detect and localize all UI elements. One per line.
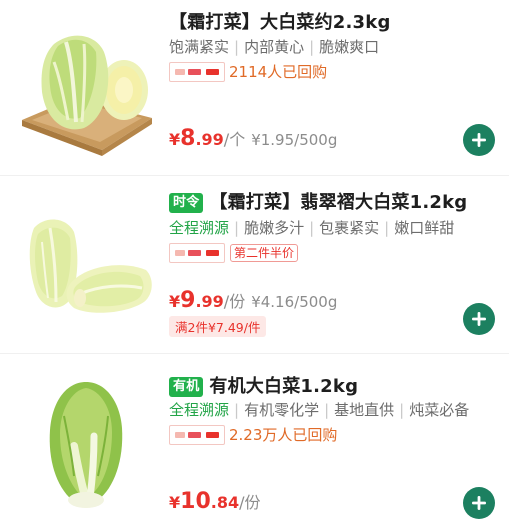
buyer-avatars	[169, 424, 225, 445]
buyer-avatars	[169, 61, 225, 82]
price-decimal: .99	[195, 130, 224, 149]
two-napa-cabbages-icon	[29, 219, 152, 313]
currency-symbol: ¥	[169, 130, 181, 149]
tag: 饱满紧实	[169, 38, 230, 56]
napa-cabbage-on-board-icon	[22, 35, 152, 156]
product-title[interactable]: 时令 【霜打菜】翡翠褶大白菜1.2kg	[169, 188, 467, 214]
product-title[interactable]: 【霜打菜】大白菜约2.3kg	[169, 8, 391, 34]
price-unit: /个	[223, 130, 246, 149]
social-proof: 2.23万人已回购	[169, 424, 338, 445]
product-tags: 饱满紧实 | 内部黄心 | 脆嫩爽口	[169, 36, 379, 57]
traceability-tag: 全程溯源	[169, 219, 230, 237]
price-integer: 9	[180, 288, 196, 313]
tag-divider: |	[309, 38, 315, 56]
unit-price: ¥1.95/500g	[251, 131, 338, 149]
tag: 脆嫩爽口	[319, 38, 380, 56]
price-integer: 10	[180, 489, 211, 514]
add-to-cart-button[interactable]	[463, 487, 495, 519]
price-unit: /份	[239, 493, 261, 512]
product-card[interactable]: 【霜打菜】大白菜约2.3kg 饱满紧实 | 内部黄心 | 脆嫩爽口 2114人已回购 ¥…	[0, 0, 509, 176]
tag-divider: |	[234, 219, 240, 237]
bulk-deal-badge: 满2件¥7.49/件	[169, 316, 267, 337]
price-unit: /份	[223, 292, 246, 311]
price-row: ¥9.99/份 ¥4.16/500g	[169, 288, 337, 313]
organic-badge: 有机	[169, 377, 204, 397]
currency-symbol: ¥	[169, 292, 181, 311]
tag: 基地直供	[334, 401, 395, 419]
tag: 有机零化学	[244, 401, 320, 419]
product-image[interactable]	[14, 198, 158, 338]
social-proof: 2114人已回购	[169, 61, 328, 82]
product-tags: 全程溯源 | 有机零化学 | 基地直供 | 炖菜必备	[169, 399, 469, 420]
tag: 炖菜必备	[409, 401, 470, 419]
tag: 嫩口鲜甜	[394, 219, 455, 237]
tag: 脆嫩多汁	[244, 219, 305, 237]
product-title-text: 有机大白菜1.2kg	[209, 376, 359, 397]
add-to-cart-button[interactable]	[463, 124, 495, 156]
product-tags: 全程溯源 | 脆嫩多汁 | 包裹紧实 | 嫩口鲜甜	[169, 217, 454, 238]
seasonal-badge: 时令	[169, 193, 204, 213]
repurchase-count: 2114人已回购	[229, 63, 328, 81]
price-row: ¥10.84/份	[169, 489, 261, 514]
product-title-text: 【霜打菜】翡翠褶大白菜1.2kg	[209, 192, 468, 213]
buyer-avatars	[169, 242, 225, 263]
price-row: ¥8.99/个 ¥1.95/500g	[169, 126, 337, 151]
unit-price: ¥4.16/500g	[251, 293, 338, 311]
tag-divider: |	[234, 38, 240, 56]
currency-symbol: ¥	[169, 493, 181, 512]
tag-divider: |	[234, 401, 240, 419]
price-decimal: .99	[195, 292, 224, 311]
upright-napa-cabbage-icon	[49, 382, 123, 508]
tag: 包裹紧实	[319, 219, 380, 237]
product-card[interactable]: 有机 有机大白菜1.2kg 全程溯源 | 有机零化学 | 基地直供 | 炖菜必备 2.23万人…	[0, 354, 509, 532]
product-title[interactable]: 有机 有机大白菜1.2kg	[169, 372, 358, 398]
plus-icon	[472, 496, 486, 510]
tag-divider: |	[384, 219, 390, 237]
product-card[interactable]: 时令 【霜打菜】翡翠褶大白菜1.2kg 全程溯源 | 脆嫩多汁 | 包裹紧实 | 嫩口鲜甜 第…	[0, 176, 509, 354]
plus-icon	[472, 133, 486, 147]
tag-divider: |	[309, 219, 315, 237]
traceability-tag: 全程溯源	[169, 401, 230, 419]
plus-icon	[472, 312, 486, 326]
tag-divider: |	[399, 401, 405, 419]
tag: 内部黄心	[244, 38, 305, 56]
product-image[interactable]	[14, 376, 158, 516]
tag-divider: |	[324, 401, 330, 419]
promo-badge: 第二件半价	[230, 243, 299, 262]
repurchase-count: 2.23万人已回购	[229, 426, 338, 444]
product-image[interactable]	[14, 22, 158, 162]
social-proof: 第二件半价	[169, 242, 299, 263]
price-integer: 8	[180, 126, 196, 151]
price-decimal: .84	[210, 493, 240, 512]
add-to-cart-button[interactable]	[463, 303, 495, 335]
